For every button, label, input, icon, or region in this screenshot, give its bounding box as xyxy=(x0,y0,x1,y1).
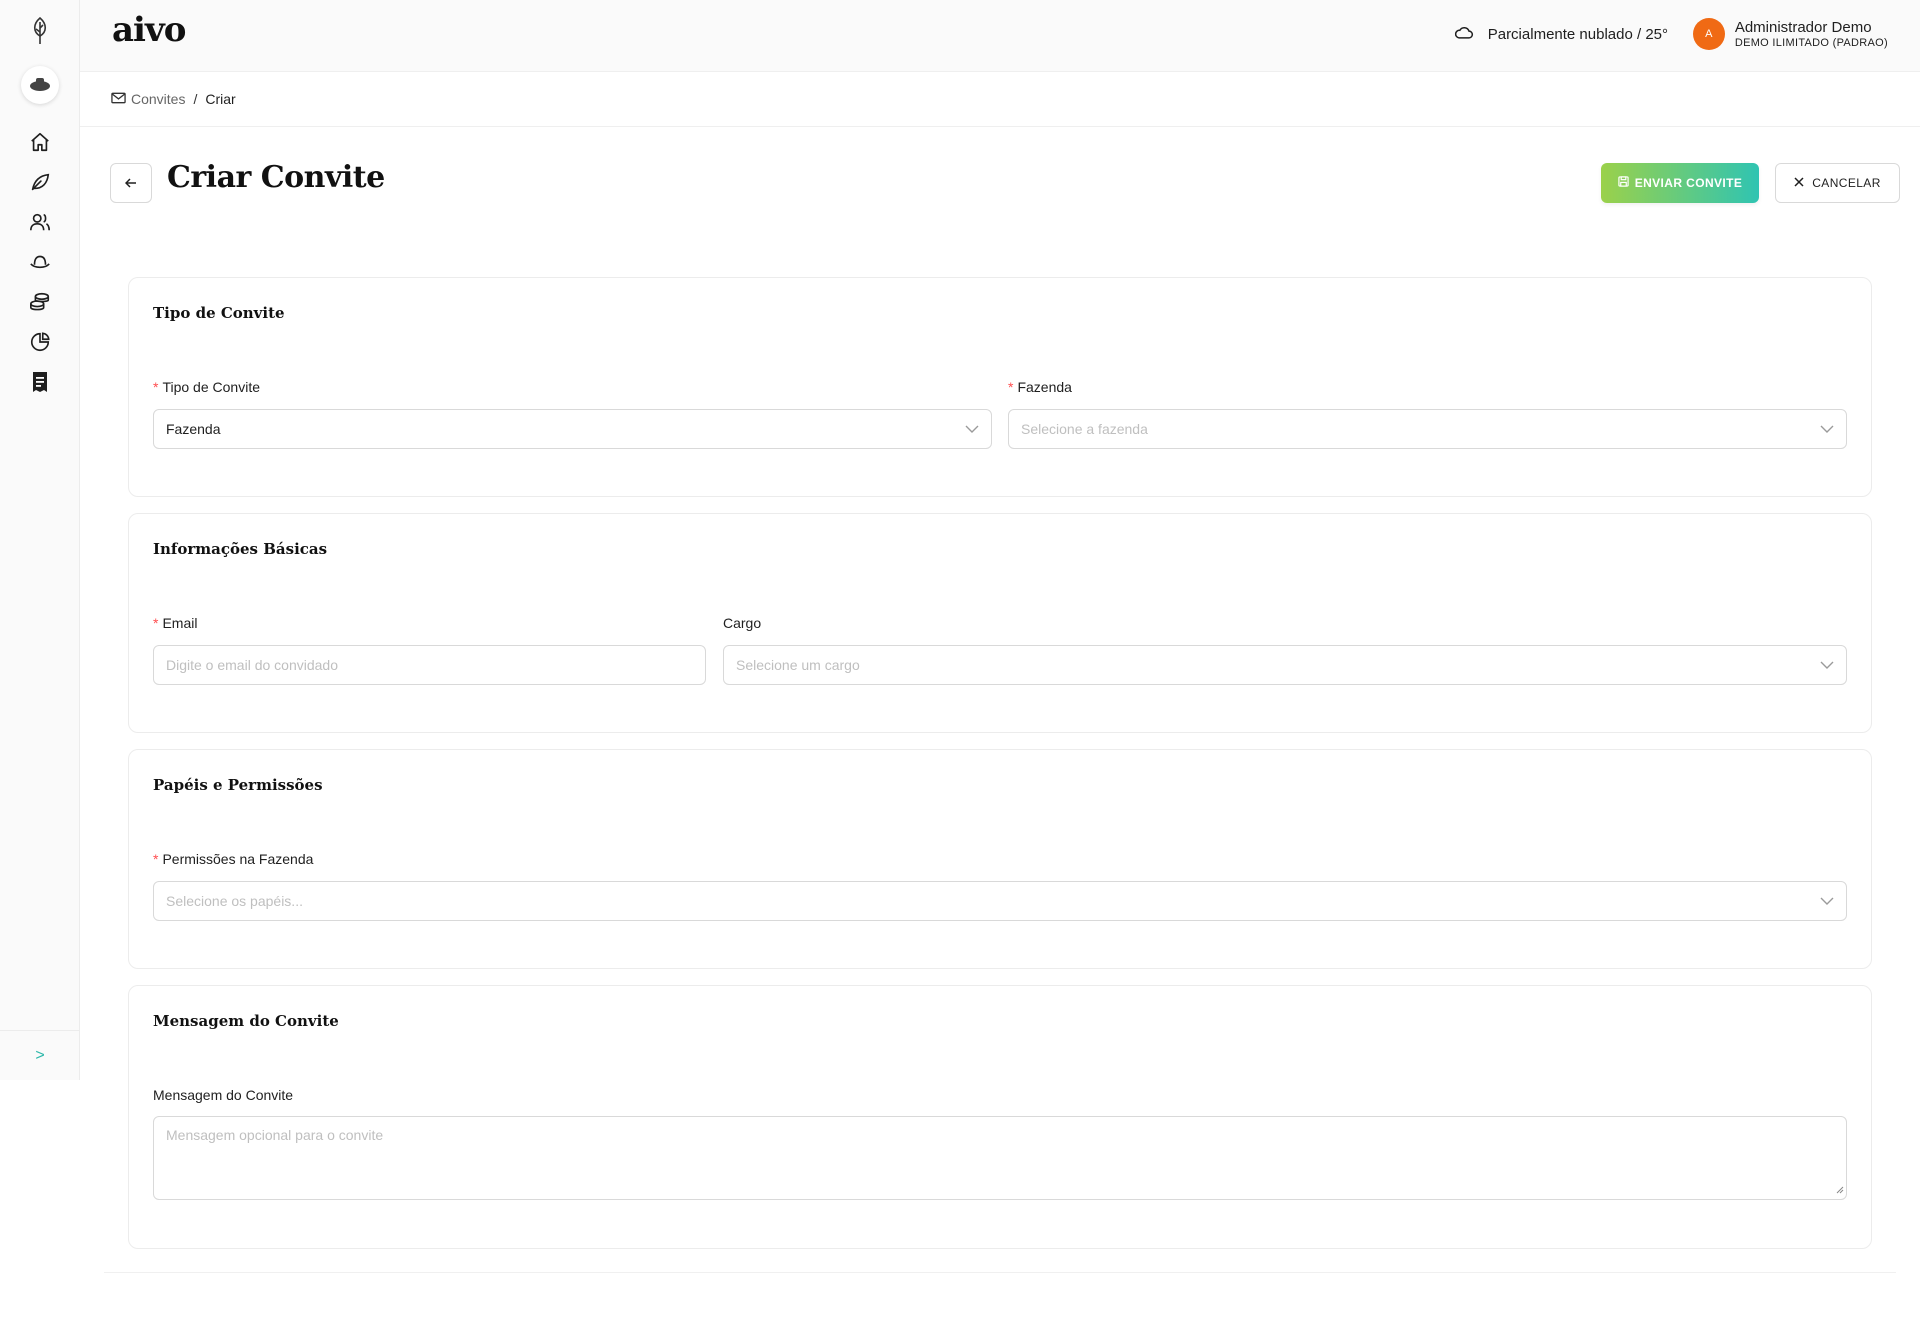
app-root: > aivo Parcialmente nublado / 25° A Admi… xyxy=(0,0,1920,1321)
page-title: Criar Convite xyxy=(167,160,385,195)
mensagem-textarea[interactable]: Mensagem opcional para o convite xyxy=(153,1116,1847,1200)
card-tipo-convite: Tipo de Convite * Tipo de Convite Fazenda… xyxy=(128,277,1872,497)
weather-widget: Parcialmente nublado / 25° xyxy=(1454,24,1668,44)
chevron-right-icon: > xyxy=(35,1046,45,1064)
fazenda-placeholder: Selecione a fazenda xyxy=(1021,421,1148,437)
save-icon xyxy=(1618,176,1629,190)
arrow-left-icon xyxy=(124,176,137,191)
leaf-logo-icon[interactable] xyxy=(26,14,54,48)
mensagem-placeholder: Mensagem opcional para o convite xyxy=(166,1127,384,1143)
breadcrumb-current: Criar xyxy=(205,91,236,107)
user-avatar: A xyxy=(1692,18,1725,50)
resize-handle-icon[interactable] xyxy=(1836,1181,1844,1197)
pie-chart-icon[interactable] xyxy=(24,326,56,358)
chevron-down-icon xyxy=(1820,658,1834,675)
home-icon[interactable] xyxy=(24,126,56,158)
cancel-button[interactable]: CANCELAR xyxy=(1775,163,1900,203)
hat-icon[interactable] xyxy=(24,246,56,278)
cancel-label: CANCELAR xyxy=(1812,176,1881,190)
card-mensagem-convite: Mensagem do Convite Mensagem do Convite … xyxy=(128,985,1872,1249)
cloud-icon xyxy=(1454,24,1474,44)
page-divider xyxy=(104,1272,1896,1273)
permissoes-select[interactable]: Selecione os papéis... xyxy=(153,881,1847,921)
required-mark: * xyxy=(153,851,159,867)
sidebar-collapse-button[interactable]: > xyxy=(0,1030,80,1080)
section-title: Tipo de Convite xyxy=(153,304,285,322)
section-title: Mensagem do Convite xyxy=(153,1012,339,1030)
cargo-placeholder: Selecione um cargo xyxy=(736,657,860,673)
chevron-down-icon xyxy=(1820,422,1834,439)
send-invite-label: ENVIAR CONVITE xyxy=(1634,176,1743,190)
required-mark: * xyxy=(1008,379,1014,395)
mensagem-label: Mensagem do Convite xyxy=(153,1087,294,1103)
leaf-icon[interactable] xyxy=(24,166,56,198)
fazenda-label: * Fazenda xyxy=(1008,379,1072,395)
tipo-convite-label: * Tipo de Convite xyxy=(153,379,260,395)
user-name: Administrador Demo xyxy=(1734,18,1872,36)
breadcrumb-separator: / xyxy=(193,91,198,107)
required-mark: * xyxy=(153,379,159,395)
breadcrumb: Convites / Criar xyxy=(80,72,1920,127)
cargo-label: Cargo xyxy=(723,615,762,631)
receipt-icon[interactable] xyxy=(24,366,56,398)
section-title: Informações Básicas xyxy=(153,540,328,558)
sidebar: > xyxy=(0,0,80,1080)
user-menu[interactable]: A Administrador Demo DEMO ILIMITADO (PAD… xyxy=(1692,18,1888,50)
breadcrumb-parent-label: Convites xyxy=(131,91,186,107)
tipo-convite-value: Fazenda xyxy=(166,421,221,437)
organization-avatar[interactable] xyxy=(21,66,59,104)
tipo-convite-select[interactable]: Fazenda xyxy=(153,409,992,449)
chevron-down-icon xyxy=(1820,894,1834,911)
close-icon xyxy=(1794,176,1804,190)
chevron-down-icon xyxy=(965,422,979,439)
breadcrumb-link-convites[interactable]: Convites xyxy=(111,91,185,107)
email-label: * Email xyxy=(153,615,198,631)
email-field[interactable]: Digite o email do convidado xyxy=(153,645,706,685)
permissoes-label: * Permissões na Fazenda xyxy=(153,851,314,867)
section-title: Papéis e Permissões xyxy=(153,776,323,794)
top-header: aivo Parcialmente nublado / 25° A Admini… xyxy=(80,0,1920,72)
coins-icon[interactable] xyxy=(24,286,56,318)
mail-icon xyxy=(111,91,126,107)
fazenda-select[interactable]: Selecione a fazenda xyxy=(1008,409,1847,449)
user-plan: DEMO ILIMITADO (PADRAO) xyxy=(1734,36,1888,49)
required-mark: * xyxy=(153,615,159,631)
back-button[interactable] xyxy=(110,163,152,203)
users-icon[interactable] xyxy=(24,206,56,238)
cargo-select[interactable]: Selecione um cargo xyxy=(723,645,1847,685)
brand-logo[interactable]: aivo xyxy=(112,10,186,50)
permissoes-placeholder: Selecione os papéis... xyxy=(166,893,303,909)
email-placeholder: Digite o email do convidado xyxy=(166,657,338,673)
weather-text: Parcialmente nublado / 25° xyxy=(1487,25,1668,43)
send-invite-button[interactable]: ENVIAR CONVITE xyxy=(1601,163,1759,203)
card-informacoes-basicas: Informações Básicas * Email Digite o emai… xyxy=(128,513,1872,733)
card-papeis-permissoes: Papéis e Permissões * Permissões na Fazen… xyxy=(128,749,1872,969)
